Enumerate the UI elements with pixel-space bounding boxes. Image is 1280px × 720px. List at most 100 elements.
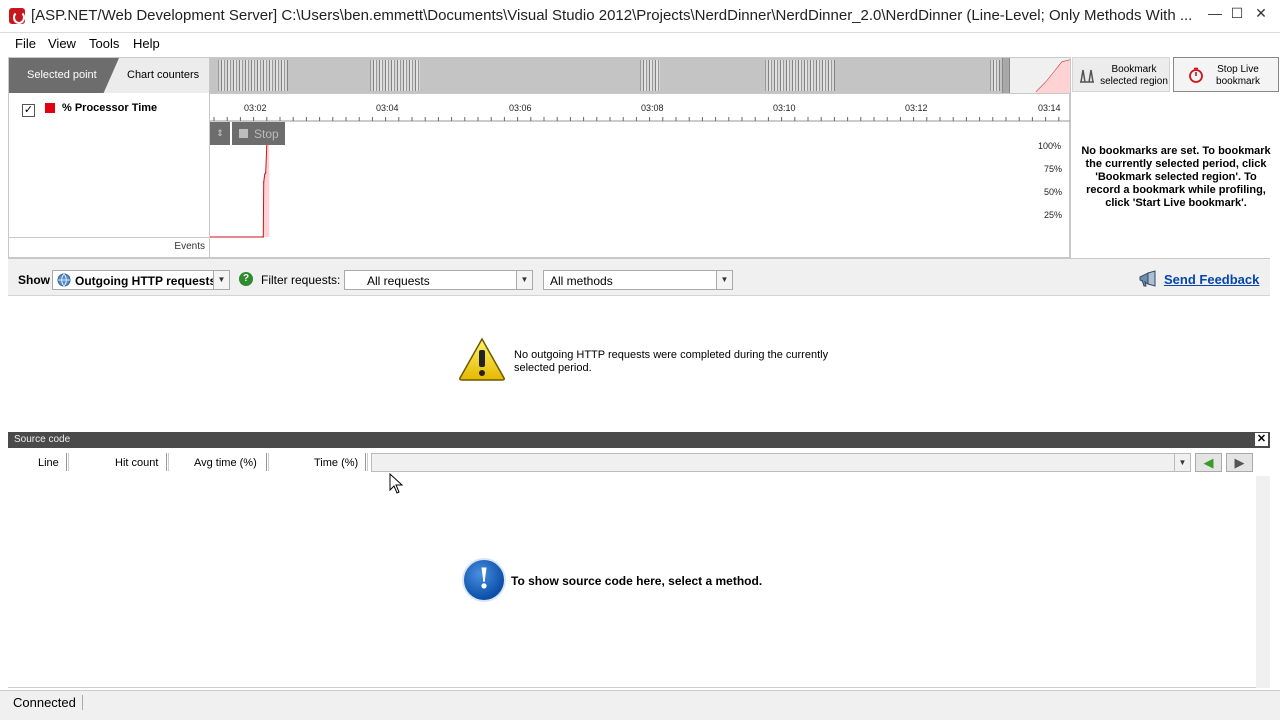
column-header-hit-count[interactable]: Hit count <box>115 457 158 469</box>
source-column-headers: Line Hit count Avg time (%) Time (%) ▼ ◀… <box>8 450 1270 476</box>
time-tick: 03:08 <box>641 103 664 113</box>
bookmark-region-icon <box>1080 69 1094 83</box>
chevron-down-icon: ▼ <box>213 271 229 289</box>
title-bar: [ASP.NET/Web Development Server] C:\User… <box>0 0 1280 33</box>
stop-icon <box>239 129 248 138</box>
show-dropdown-value: Outgoing HTTP requests <box>75 274 217 288</box>
overview-activity <box>640 60 660 91</box>
chevron-down-icon: ▼ <box>516 271 532 289</box>
overview-sparkline <box>1035 59 1071 93</box>
filter-requests-dropdown[interactable]: All requests ▼ <box>344 270 533 290</box>
method-selector-dropdown[interactable]: ▼ <box>371 453 1191 472</box>
app-icon <box>9 8 25 24</box>
time-axis: 03:02 03:04 03:06 03:08 03:10 03:12 03:1… <box>210 93 1070 122</box>
chart-tab-strip: Selected point Chart counters <box>9 58 209 93</box>
chevron-down-icon: ▼ <box>1174 454 1190 471</box>
source-code-title: Source code <box>14 434 71 445</box>
back-arrow-button[interactable]: ◀ <box>1195 453 1222 472</box>
time-tick: 03:06 <box>509 103 532 113</box>
source-code-body: ! To show source code here, select a met… <box>8 476 1270 688</box>
column-header-avg-time[interactable]: Avg time (%) <box>194 457 257 469</box>
show-label: Show <box>18 273 50 287</box>
maximize-button[interactable]: ☐ <box>1226 4 1248 22</box>
menu-help[interactable]: Help <box>133 36 160 51</box>
sort-arrows-icon[interactable]: ⇕ <box>210 122 230 145</box>
column-separator[interactable] <box>365 453 368 471</box>
status-bar: Connected <box>0 690 1280 720</box>
time-tick: 03:10 <box>773 103 796 113</box>
help-icon[interactable]: ? <box>239 272 253 286</box>
column-separator[interactable] <box>166 453 169 471</box>
timeline-chart-panel: Selected point Chart counters ✓ % Proces… <box>8 57 1071 258</box>
column-header-time[interactable]: Time (%) <box>314 457 358 469</box>
timeline-overview[interactable] <box>210 58 1071 93</box>
stop-button[interactable]: Stop <box>232 122 285 145</box>
percent-tick: 75% <box>1044 164 1063 174</box>
time-tick: 03:14 <box>1038 103 1061 113</box>
tab-selected-point[interactable]: Selected point <box>9 58 119 93</box>
show-dropdown[interactable]: Outgoing HTTP requests ▼ <box>52 270 230 290</box>
percent-tick: 50% <box>1044 187 1063 197</box>
time-tick: 03:04 <box>376 103 399 113</box>
mouse-cursor-icon <box>389 473 404 494</box>
time-axis-ticks <box>210 117 1070 122</box>
cpu-data-point <box>263 181 265 183</box>
cpu-area-chart <box>210 127 270 238</box>
close-icon[interactable]: ✕ <box>1255 433 1268 446</box>
stopwatch-icon <box>1189 67 1203 83</box>
stop-label: Stop <box>254 127 279 141</box>
menu-file[interactable]: File <box>15 36 36 51</box>
forward-arrow-button[interactable]: ▶ <box>1226 453 1253 472</box>
percent-tick: 100% <box>1038 141 1062 151</box>
megaphone-icon <box>1139 270 1156 287</box>
bookmark-message: No bookmarks are set. To bookmark the cu… <box>1081 145 1271 209</box>
menu-view[interactable]: View <box>48 36 76 51</box>
events-row: Events <box>9 237 209 257</box>
overview-selected-region[interactable] <box>1010 58 1071 93</box>
connection-status: Connected <box>13 695 83 710</box>
bookmark-panel: Bookmark selected region Stop Live bookm… <box>1070 57 1280 258</box>
overview-activity <box>218 60 288 91</box>
tab-chart-counters[interactable]: Chart counters <box>119 58 209 93</box>
info-icon: ! <box>462 558 506 602</box>
time-tick: 03:12 <box>905 103 928 113</box>
cpu-data-point <box>265 172 267 174</box>
overview-selection-handle[interactable] <box>1002 58 1010 93</box>
filter-requests-value: All requests <box>367 274 430 288</box>
stop-live-bookmark-button[interactable]: Stop Live bookmark <box>1173 57 1279 92</box>
close-window-button[interactable]: ✕ <box>1250 4 1272 22</box>
filter-requests-label: Filter requests: <box>261 273 341 287</box>
requests-toolbar: Show Outgoing HTTP requests ▼ ? Filter r… <box>8 258 1270 296</box>
stop-live-bookmark-label: Stop Live bookmark <box>1216 64 1260 87</box>
no-requests-message: No outgoing HTTP requests were completed… <box>514 349 829 374</box>
overview-activity <box>765 60 835 91</box>
events-label: Events <box>174 241 205 252</box>
cpu-plot-area[interactable]: 100% 75% 50% 25% <box>210 121 1070 239</box>
chevron-down-icon: ▼ <box>716 271 732 289</box>
requests-area: No outgoing HTTP requests were completed… <box>8 297 1270 431</box>
warning-icon <box>459 337 505 381</box>
column-separator[interactable] <box>66 453 69 471</box>
menu-bar: File View Tools Help <box>0 33 1280 55</box>
bookmark-selected-region-button[interactable]: Bookmark selected region <box>1072 57 1170 92</box>
column-header-line[interactable]: Line <box>38 457 59 469</box>
counter-checkbox[interactable]: ✓ <box>22 104 35 117</box>
globe-icon <box>57 273 71 287</box>
percent-tick: 25% <box>1044 210 1063 220</box>
overview-activity <box>990 60 1000 91</box>
menu-tools[interactable]: Tools <box>89 36 119 51</box>
methods-dropdown-value: All methods <box>550 274 613 288</box>
send-feedback-link[interactable]: Send Feedback <box>1164 272 1259 287</box>
methods-dropdown[interactable]: All methods ▼ <box>543 270 733 290</box>
cpu-data-point <box>262 236 264 238</box>
bookmark-selected-region-label: Bookmark selected region <box>1100 64 1168 87</box>
counter-color-swatch <box>45 103 55 113</box>
time-tick: 03:02 <box>244 103 267 113</box>
minimize-button[interactable]: — <box>1204 4 1226 22</box>
vertical-scrollbar[interactable] <box>1256 476 1270 688</box>
counter-label: % Processor Time <box>62 102 158 114</box>
cpu-data-point <box>264 173 266 175</box>
source-code-header: Source code ✕ <box>8 432 1270 448</box>
column-separator[interactable] <box>266 453 269 471</box>
select-method-message: To show source code here, select a metho… <box>511 574 763 588</box>
